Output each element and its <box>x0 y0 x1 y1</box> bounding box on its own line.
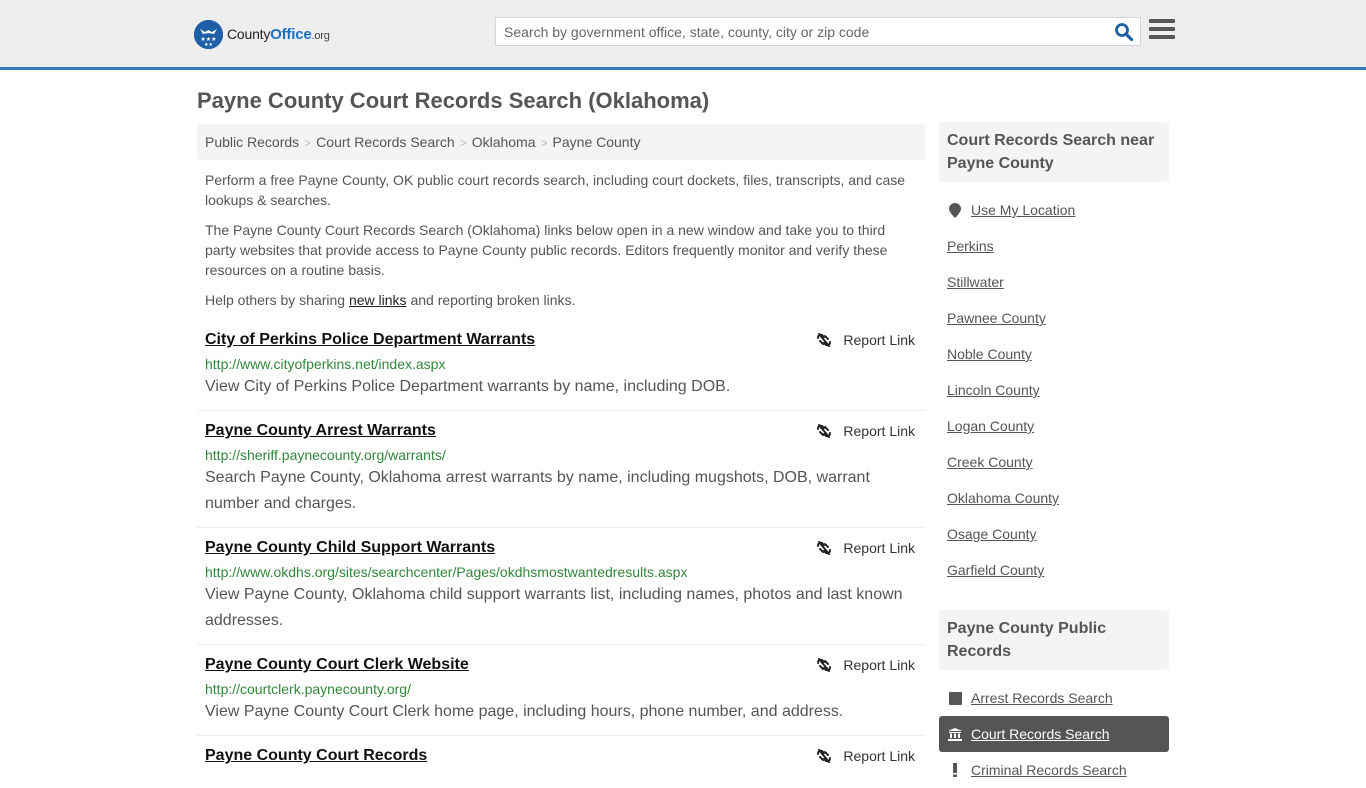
exclamation-icon <box>947 763 963 777</box>
link-title[interactable]: Payne County Court Records <box>205 746 427 766</box>
menu-bar-icon <box>1149 19 1175 23</box>
link-url: http://sheriff.paynecounty.org/warrants/ <box>205 447 446 463</box>
public-records-heading: Payne County Public Records <box>939 610 1169 670</box>
nearby-link-creek-county[interactable]: Creek County <box>947 454 1033 470</box>
nearby-list: Use My Location Perkins Stillwater Pawne… <box>939 192 1169 588</box>
link-item: Payne County Child Support Warrants Repo… <box>197 528 925 645</box>
nearby-item: Osage County <box>939 516 1169 552</box>
nearby-link-oklahoma-county[interactable]: Oklahoma County <box>947 490 1059 506</box>
arrest-records-search-link[interactable]: Arrest Records Search <box>971 690 1113 706</box>
breadcrumb-oklahoma[interactable]: Oklahoma <box>472 134 536 150</box>
search-icon <box>1115 23 1134 42</box>
nearby-item: Pawnee County <box>939 300 1169 336</box>
intro-paragraph-1: Perform a free Payne County, OK public c… <box>205 172 906 208</box>
breadcrumb: Public Records > Court Records Search > Okla… <box>197 124 925 160</box>
link-url: http://www.cityofperkins.net/index.aspx <box>205 356 446 372</box>
sidebar: Court Records Search near Payne County U… <box>939 122 1169 788</box>
search-input[interactable] <box>496 18 1106 45</box>
nearby-link-pawnee-county[interactable]: Pawnee County <box>947 310 1046 326</box>
link-title[interactable]: Payne County Child Support Warrants <box>205 538 495 558</box>
use-my-location-link[interactable]: Use My Location <box>971 202 1075 218</box>
resource-links-list: City of Perkins Police Department Warran… <box>197 320 925 776</box>
search-box <box>495 17 1141 46</box>
report-link-button[interactable]: Report Link <box>816 540 915 556</box>
link-description: View City of Perkins Police Department w… <box>205 378 731 395</box>
public-records-item: Criminal Records Search <box>939 752 1169 788</box>
broken-link-icon <box>817 541 832 555</box>
link-url: http://www.okdhs.org/sites/searchcenter/… <box>205 564 688 580</box>
breadcrumb-payne-county[interactable]: Payne County <box>553 134 641 150</box>
nearby-item: Oklahoma County <box>939 480 1169 516</box>
link-item: Payne County Court Records Report Link <box>197 736 925 776</box>
nearby-link-noble-county[interactable]: Noble County <box>947 346 1032 362</box>
nearby-link-perkins[interactable]: Perkins <box>947 238 994 254</box>
link-title[interactable]: City of Perkins Police Department Warran… <box>205 330 535 350</box>
public-records-item: Arrest Records Search <box>939 680 1169 716</box>
breadcrumb-separator: > <box>304 136 312 150</box>
map-pin-icon <box>947 202 963 218</box>
report-link-button[interactable]: Report Link <box>816 423 915 439</box>
nearby-link-stillwater[interactable]: Stillwater <box>947 274 1004 290</box>
intro-paragraph-3: Help others by sharing new links and rep… <box>205 292 576 308</box>
nearby-item: Logan County <box>939 408 1169 444</box>
logo-text: CountyOffice.org <box>227 26 330 43</box>
nearby-heading: Court Records Search near Payne County <box>939 122 1169 182</box>
svg-text:★★: ★★ <box>204 42 213 48</box>
nearby-link-logan-county[interactable]: Logan County <box>947 418 1034 434</box>
use-my-location-item: Use My Location <box>939 192 1169 228</box>
report-link-button[interactable]: Report Link <box>816 332 915 348</box>
report-link-button[interactable]: Report Link <box>816 748 915 764</box>
menu-bar-icon <box>1149 27 1175 31</box>
link-description: Search Payne County, Oklahoma arrest war… <box>205 469 870 512</box>
link-title[interactable]: Payne County Arrest Warrants <box>205 421 436 441</box>
report-link-button[interactable]: Report Link <box>816 657 915 673</box>
nearby-item: Stillwater <box>939 264 1169 300</box>
breadcrumb-separator: > <box>459 136 467 150</box>
broken-link-icon <box>817 658 832 672</box>
link-url: http://courtclerk.paynecounty.org/ <box>205 681 411 697</box>
link-item: City of Perkins Police Department Warran… <box>197 320 925 411</box>
nearby-link-garfield-county[interactable]: Garfield County <box>947 562 1044 578</box>
nearby-link-osage-county[interactable]: Osage County <box>947 526 1037 542</box>
nearby-item: Perkins <box>939 228 1169 264</box>
nearby-link-lincoln-county[interactable]: Lincoln County <box>947 382 1040 398</box>
menu-bar-icon <box>1149 35 1175 39</box>
link-title[interactable]: Payne County Court Clerk Website <box>205 655 469 675</box>
broken-link-icon <box>817 749 832 763</box>
link-item: Payne County Arrest Warrants Report Link… <box>197 411 925 528</box>
nearby-item: Garfield County <box>939 552 1169 588</box>
public-records-item-active: Court Records Search <box>939 716 1169 752</box>
court-records-search-link[interactable]: Court Records Search <box>971 726 1110 742</box>
intro-paragraph-2: The Payne County Court Records Search (O… <box>205 222 888 278</box>
new-links-link[interactable]: new links <box>349 292 407 308</box>
hamburger-menu-button[interactable] <box>1149 19 1175 41</box>
site-logo[interactable]: ★★★ ★★ CountyOffice.org <box>194 20 330 49</box>
broken-link-icon <box>817 333 832 347</box>
breadcrumb-separator: > <box>540 136 548 150</box>
courthouse-icon <box>947 727 963 741</box>
eagle-logo-icon: ★★★ ★★ <box>194 20 223 49</box>
breadcrumb-court-records-search[interactable]: Court Records Search <box>316 134 455 150</box>
link-item: Payne County Court Clerk Website Report … <box>197 645 925 736</box>
intro-text: Perform a free Payne County, OK public c… <box>205 170 915 320</box>
broken-link-icon <box>817 424 832 438</box>
link-description: View Payne County Court Clerk home page,… <box>205 703 844 720</box>
nearby-item: Creek County <box>939 444 1169 480</box>
breadcrumb-public-records[interactable]: Public Records <box>205 134 299 150</box>
public-records-list: Arrest Records Search Court Records Sear… <box>939 680 1169 788</box>
link-description: View Payne County, Oklahoma child suppor… <box>205 586 903 629</box>
square-icon <box>947 691 963 705</box>
nearby-item: Lincoln County <box>939 372 1169 408</box>
search-button[interactable] <box>1114 22 1134 42</box>
nearby-item: Noble County <box>939 336 1169 372</box>
site-header: ★★★ ★★ CountyOffice.org <box>0 0 1366 70</box>
criminal-records-search-link[interactable]: Criminal Records Search <box>971 762 1127 778</box>
page-title: Payne County Court Records Search (Oklah… <box>197 88 710 113</box>
